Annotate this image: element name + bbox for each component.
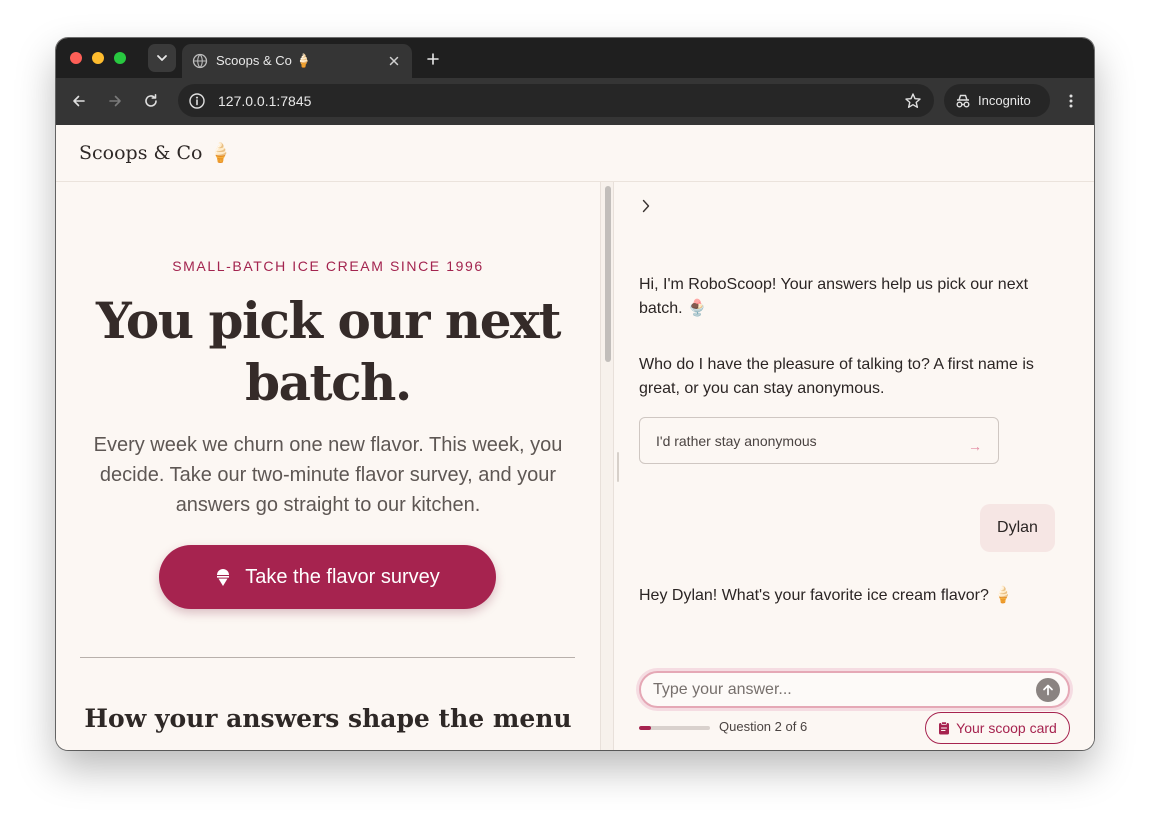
browser-menu-button[interactable] — [1061, 90, 1081, 112]
hero-subtitle: Every week we churn one new flavor. This… — [93, 434, 563, 516]
send-button[interactable] — [1036, 677, 1060, 702]
globe-icon — [192, 53, 208, 69]
back-button[interactable] — [68, 90, 90, 112]
hero-eyebrow: SMALL-BATCH ICE CREAM SINCE 1996 — [172, 258, 484, 274]
chevron-right-icon — [642, 199, 650, 213]
arrow-left-icon — [73, 95, 85, 107]
brand-logo[interactable]: Scoops & Co 🍦 — [79, 141, 232, 164]
tab-title: Scoops & Co 🍦 — [216, 53, 312, 68]
incognito-icon — [956, 94, 970, 107]
browser-toolbar: 127.0.0.1:7845 Incognito — [56, 78, 1094, 125]
close-window-button[interactable] — [70, 52, 82, 64]
landing-panel: SMALL-BATCH ICE CREAM SINCE 1996 You pic… — [56, 182, 600, 750]
browser-tab[interactable]: Scoops & Co 🍦 — [182, 44, 412, 78]
arrow-right-icon: → — [968, 437, 982, 454]
bot-message: Hi, I'm RoboScoop! Your answers help us … — [639, 276, 1029, 317]
reload-button[interactable] — [140, 90, 162, 112]
star-icon[interactable] — [904, 92, 922, 110]
scoop-card-button[interactable]: Your scoop card — [925, 712, 1070, 744]
tab-bar: Scoops & Co 🍦 — [56, 38, 1094, 78]
survey-progress-bar — [639, 726, 710, 730]
tab-close-button[interactable] — [386, 53, 402, 69]
arrow-right-icon — [109, 95, 121, 107]
quick-reply-label: I'd rather stay anonymous — [656, 432, 817, 449]
arrow-up-icon — [1043, 684, 1053, 695]
section-divider — [80, 657, 575, 658]
ice-cream-icon — [217, 569, 230, 586]
more-vertical-icon — [1069, 94, 1073, 108]
site-header: Scoops & Co 🍦 — [56, 125, 1094, 182]
hero-title: You pick our next batch. — [96, 291, 561, 412]
address-bar[interactable]: 127.0.0.1:7845 — [178, 84, 934, 117]
maximize-window-button[interactable] — [114, 52, 126, 64]
user-message-text: Dylan — [997, 519, 1038, 536]
survey-progress-fill — [639, 726, 652, 730]
survey-progress-label: Question 2 of 6 — [719, 719, 808, 734]
tab-search-button[interactable] — [148, 44, 176, 72]
incognito-indicator[interactable]: Incognito — [944, 84, 1050, 117]
collapse-chat-button[interactable] — [638, 196, 654, 216]
info-icon[interactable] — [188, 92, 206, 110]
reload-icon — [145, 94, 157, 107]
take-survey-label: Take the flavor survey — [245, 565, 440, 588]
bot-message: Hey Dylan! What's your favorite ice crea… — [639, 587, 1014, 604]
close-icon — [389, 56, 399, 66]
chat-panel: Hi, I'm RoboScoop! Your answers help us … — [614, 182, 1094, 750]
bot-message: Who do I have the pleasure of talking to… — [639, 356, 1034, 397]
answer-composer — [639, 671, 1070, 708]
stay-anonymous-button[interactable]: I'd rather stay anonymous → — [639, 417, 999, 464]
user-message: Dylan — [980, 504, 1055, 552]
forward-button[interactable] — [104, 90, 126, 112]
new-tab-button[interactable] — [422, 48, 444, 70]
page-content: Scoops & Co 🍦 SMALL-BATCH ICE CREAM SINC… — [56, 125, 1094, 750]
section-title: How your answers shape the menu — [84, 704, 572, 733]
browser-window: Scoops & Co 🍦 127.0.0.1:7845 Incognito S… — [56, 38, 1094, 750]
minimize-window-button[interactable] — [92, 52, 104, 64]
chevron-down-icon — [157, 55, 167, 61]
incognito-label: Incognito — [978, 93, 1031, 108]
url-text: 127.0.0.1:7845 — [218, 92, 312, 109]
take-survey-button[interactable]: Take the flavor survey — [159, 545, 496, 609]
clipboard-icon — [939, 721, 950, 735]
scrollbar-thumb[interactable] — [605, 186, 611, 362]
plus-icon — [427, 53, 439, 65]
left-panel-scrollbar[interactable] — [600, 182, 614, 750]
scoop-card-label: Your scoop card — [956, 720, 1057, 736]
answer-input[interactable] — [653, 680, 1036, 699]
